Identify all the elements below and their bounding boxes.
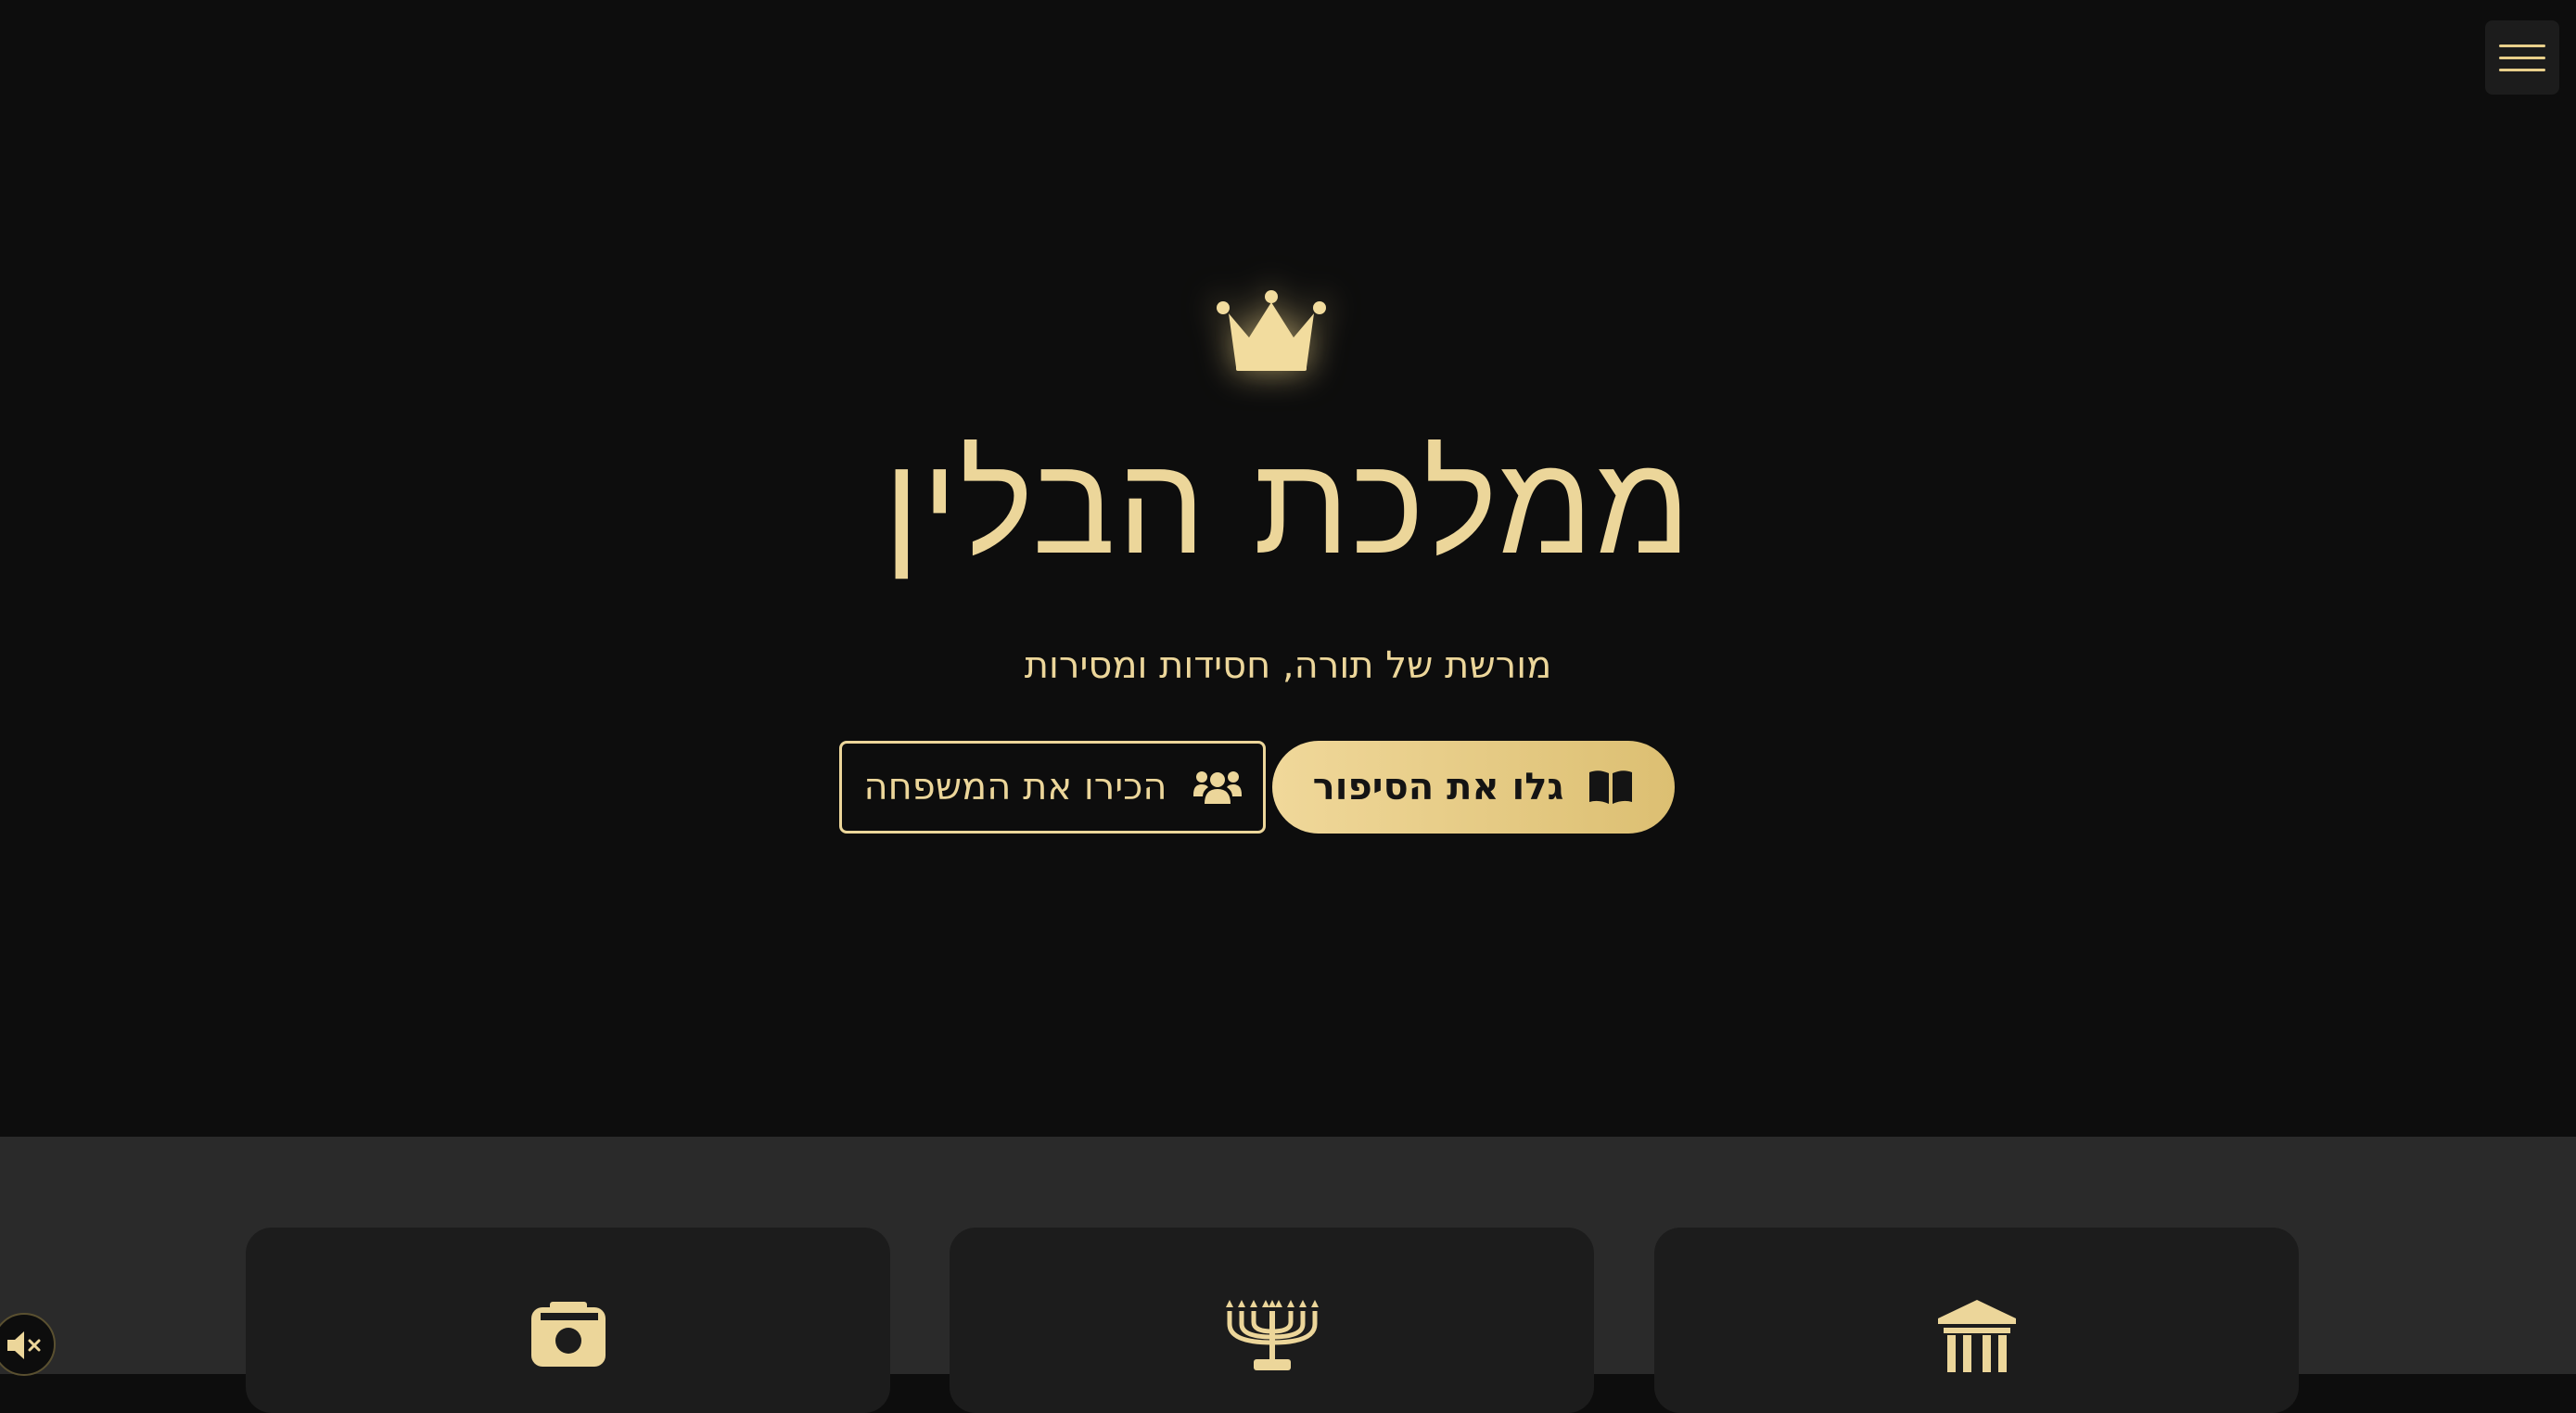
features-section	[0, 1137, 2576, 1413]
feature-card-heritage[interactable]	[950, 1228, 1594, 1413]
crown-icon	[1217, 290, 1326, 371]
menu-button[interactable]	[2485, 20, 2559, 95]
menorah-icon	[1225, 1300, 1319, 1370]
meet-family-button[interactable]: הכירו את המשפחה	[839, 741, 1266, 834]
discover-story-button[interactable]: גלו את הסיפור	[1272, 741, 1675, 834]
hero-section: ממלכת הבלין מורשת של תורה, חסידות ומסירו…	[0, 0, 2576, 1137]
users-icon	[1192, 771, 1242, 804]
camera-icon	[530, 1302, 606, 1367]
open-book-icon	[1589, 770, 1633, 804]
feature-card-history[interactable]	[1654, 1228, 2299, 1413]
landmark-icon	[1937, 1300, 2016, 1372]
page-title: ממלכת הבלין	[883, 425, 1693, 586]
volume-mute-icon	[7, 1331, 41, 1359]
meet-family-label: הכירו את המשפחה	[863, 766, 1167, 808]
hamburger-menu-icon	[2499, 44, 2545, 47]
page-subtitle: מורשת של תורה, חסידות ומסירות	[1024, 644, 1552, 687]
feature-card-gallery[interactable]	[246, 1228, 890, 1413]
discover-story-label: גלו את הסיפור	[1312, 766, 1564, 808]
